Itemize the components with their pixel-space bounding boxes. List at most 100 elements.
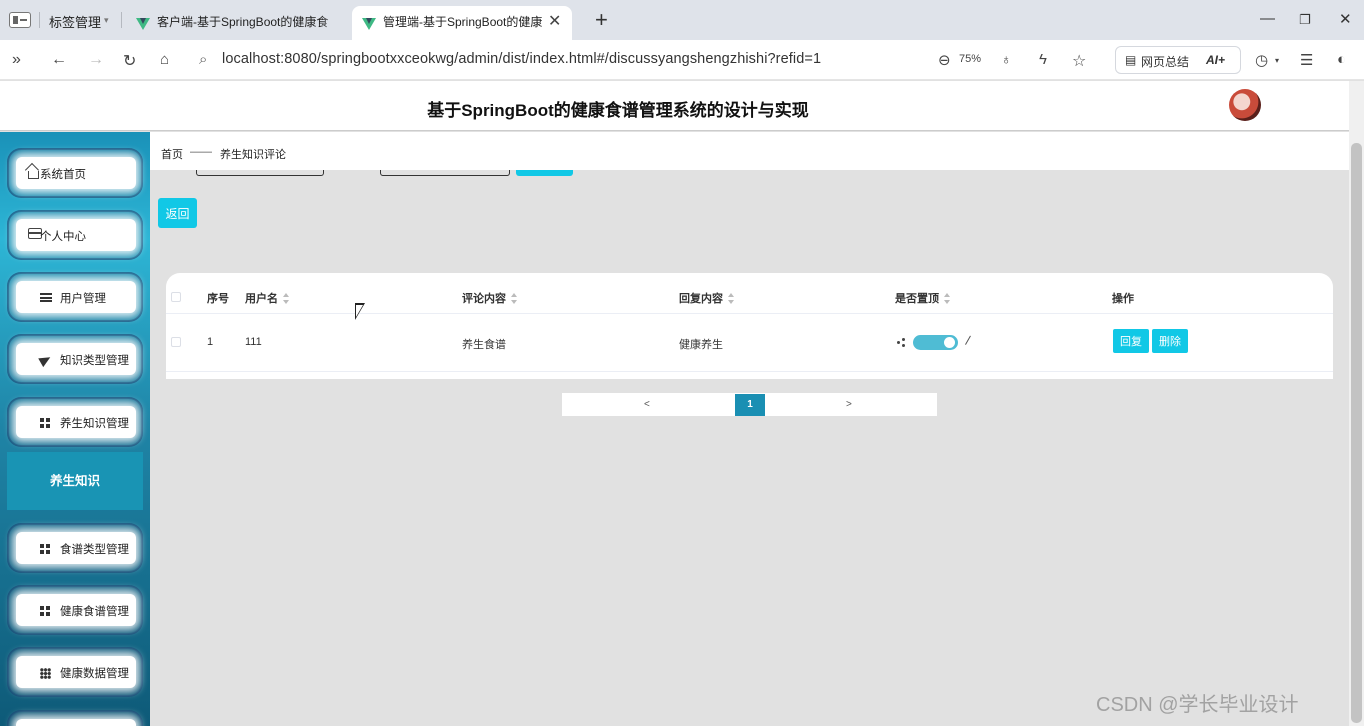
cell-comment: 养生食谱 <box>462 339 506 351</box>
extension-icon[interactable]: ◐ <box>1337 51 1346 68</box>
vertical-scrollbar[interactable] <box>1349 81 1364 726</box>
vue-logo-icon <box>362 18 376 30</box>
search-icon: ⌕ <box>199 51 208 68</box>
page-1-button[interactable]: 1 <box>735 394 765 416</box>
grid-icon <box>40 606 50 616</box>
tab-admin[interactable]: 管理端-基于SpringBoot的健康 ✕ <box>352 6 572 40</box>
vue-logo-icon <box>136 18 150 30</box>
next-page-button[interactable]: > <box>846 399 852 410</box>
back-button[interactable]: 返回 <box>158 198 197 228</box>
prev-page-button[interactable]: < <box>644 399 650 410</box>
page-summary-button[interactable]: ▤ 网页总结 AI+ <box>1115 46 1241 74</box>
grid-icon <box>40 544 50 554</box>
ai-label: AI+ <box>1206 53 1226 67</box>
sidebar-item-knowledge-types[interactable]: 知识类型管理 <box>7 334 143 384</box>
new-tab-icon[interactable]: + <box>595 7 608 33</box>
col-label: 回复内容 <box>679 293 723 305</box>
close-tab-icon[interactable]: ✕ <box>548 11 561 31</box>
restore-icon[interactable]: ❐ <box>1299 12 1311 28</box>
sidebar-item-health-data[interactable]: 健康数据管理 <box>7 647 143 697</box>
sidebar-item-users[interactable]: 用户管理 <box>7 272 143 322</box>
pinned-toggle[interactable] <box>913 335 958 350</box>
sort-icon[interactable] <box>727 293 735 305</box>
pagination: < 1 > <box>562 393 937 416</box>
sidebar-item-more[interactable] <box>7 710 143 726</box>
avatar[interactable] <box>1229 89 1261 121</box>
sidebar-item-knowledge[interactable]: 养生知识管理 <box>7 397 143 447</box>
breadcrumb-home[interactable]: 首页 <box>161 146 183 162</box>
sort-icon[interactable] <box>510 293 518 305</box>
breadcrumb-current: 养生知识评论 <box>220 149 286 161</box>
menu-icon[interactable]: ☰ <box>1300 51 1313 69</box>
divider <box>166 371 1333 372</box>
cell-index: 1 <box>207 336 214 348</box>
tab-group-label[interactable]: 标签管理 <box>49 12 101 31</box>
col-label: 评论内容 <box>462 293 506 305</box>
tab-title: 管理端-基于SpringBoot的健康 <box>383 15 543 29</box>
cell-username: 111 <box>245 336 262 348</box>
breadcrumb-separator: —— <box>190 146 212 158</box>
expand-icon[interactable]: » <box>12 51 21 69</box>
tab-client[interactable]: 客户端-基于SpringBoot的健康食 <box>130 6 350 40</box>
reply-button[interactable]: 回复 <box>1113 329 1149 353</box>
divider <box>166 313 1333 314</box>
chevron-down-icon[interactable]: ▾ <box>104 15 109 26</box>
sidebar-item-recipe-types[interactable]: 食谱类型管理 <box>7 523 143 573</box>
delete-button[interactable]: 删除 <box>1152 329 1188 353</box>
share-icon <box>896 337 906 347</box>
history-icon[interactable]: ◷ <box>1255 51 1268 69</box>
list-icon <box>40 293 52 302</box>
divider <box>121 12 122 28</box>
minimize-icon[interactable]: — <box>1260 10 1275 27</box>
scrollbar-thumb[interactable] <box>1351 143 1362 723</box>
sidebar-item-label: 健康食谱管理 <box>60 606 129 618</box>
lightning-icon[interactable]: ϟ <box>1039 51 1047 68</box>
col-pinned[interactable]: 是否置顶 <box>895 290 951 306</box>
back-nav-icon[interactable]: ← <box>51 51 67 69</box>
comment-table: 序号 用户名 评论内容 回复内容 是否置顶 操作 1 111 养生食谱 健康养生… <box>166 273 1333 379</box>
close-window-icon[interactable]: ✕ <box>1339 10 1352 28</box>
grid-icon <box>40 418 50 428</box>
sidebar-toggle-icon[interactable] <box>9 12 31 28</box>
select-all-checkbox[interactable] <box>171 292 181 302</box>
col-label: 是否置顶 <box>895 293 939 305</box>
tab-title: 客户端-基于SpringBoot的健康食 <box>157 15 329 29</box>
address-bar: » ← → ↻ ⌂ ⌕ localhost:8080/springbootxxc… <box>0 40 1364 80</box>
watermark: CSDN @学长毕业设计 <box>1096 694 1299 716</box>
col-username[interactable]: 用户名 <box>245 290 290 306</box>
app-header: 基于SpringBoot的健康食谱管理系统的设计与实现 <box>0 81 1349 131</box>
star-icon[interactable]: ☆ <box>1072 51 1086 71</box>
page-title: 基于SpringBoot的健康食谱管理系统的设计与实现 <box>427 101 809 120</box>
divider <box>39 12 40 28</box>
sort-icon[interactable] <box>943 293 951 305</box>
pin-icon[interactable]: ♁ <box>1001 51 1012 67</box>
reload-icon[interactable]: ↻ <box>123 51 136 71</box>
home-icon <box>28 171 39 179</box>
sidebar: 系统首页 个人中心 用户管理 知识类型管理 养生知识管理 养生知识 食谱类型管理… <box>0 132 150 726</box>
cell-reply: 健康养生 <box>679 339 723 351</box>
sidebar-item-recipes[interactable]: 健康食谱管理 <box>7 585 143 635</box>
home-nav-icon[interactable]: ⌂ <box>160 51 169 68</box>
sort-icon[interactable] <box>282 293 290 305</box>
chevron-down-icon[interactable]: ▾ <box>1275 56 1279 65</box>
grid9-icon <box>40 668 51 679</box>
col-index: 序号 <box>207 293 229 305</box>
forward-nav-icon[interactable]: → <box>88 51 104 69</box>
browser-tab-bar: 标签管理 ▾ 客户端-基于SpringBoot的健康食 管理端-基于Spring… <box>0 0 1364 40</box>
url-field[interactable]: localhost:8080/springbootxxceokwg/admin/… <box>222 51 821 67</box>
zoom-icon[interactable]: ⊖ <box>938 51 951 69</box>
summary-icon: ▤ <box>1125 53 1137 67</box>
col-actions: 操作 <box>1112 293 1134 305</box>
sidebar-subitem-active[interactable]: 养生知识 <box>7 452 143 510</box>
sidebar-item-label: 食谱类型管理 <box>60 544 129 556</box>
col-reply[interactable]: 回复内容 <box>679 290 735 306</box>
row-checkbox[interactable] <box>171 337 181 347</box>
col-label: 用户名 <box>245 293 278 305</box>
sidebar-item-label: 系统首页 <box>40 169 86 181</box>
edit-icon[interactable] <box>965 335 977 349</box>
sidebar-item-label: 用户管理 <box>60 293 106 305</box>
col-comment[interactable]: 评论内容 <box>462 290 518 306</box>
sidebar-item-home[interactable]: 系统首页 <box>7 148 143 198</box>
sidebar-item-profile[interactable]: 个人中心 <box>7 210 143 260</box>
breadcrumb: 首页 —— 养生知识评论 <box>150 132 1349 170</box>
